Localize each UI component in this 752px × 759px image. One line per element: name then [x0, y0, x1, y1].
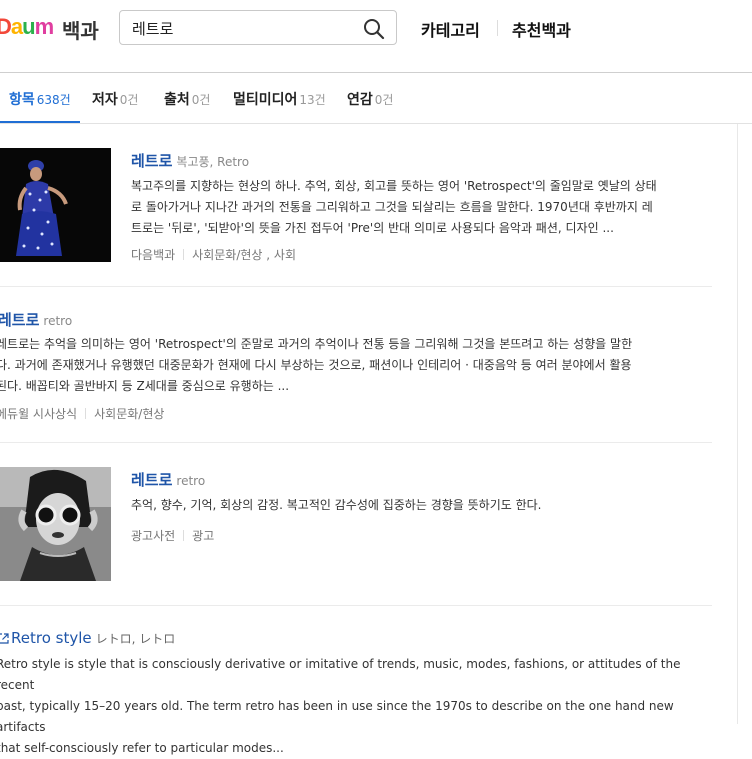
result-category[interactable]: 사회문화/현상 , 사회: [192, 248, 296, 262]
external-link-icon: [0, 629, 9, 648]
result-divider: [0, 605, 712, 606]
desc-line: 추억, 향수, 기억, 회상의 감정. 복고적인 감수성에 집중하는 경향을 뜻…: [131, 498, 542, 512]
result-title-line: 레트로 retro: [0, 309, 72, 330]
desc-line: 복고주의를 지향하는 현상의 하나. 추억, 회상, 회고를 뜻하는 영어 'R…: [131, 179, 657, 193]
result-subtitle: 복고풍, Retro: [176, 155, 250, 169]
result-description: 복고주의를 지향하는 현상의 하나. 추억, 회상, 회고를 뜻하는 영어 'R…: [131, 176, 721, 239]
daum-logo[interactable]: Daum: [0, 14, 54, 40]
service-name[interactable]: 백과: [62, 15, 99, 44]
active-tab-indicator: [0, 121, 80, 123]
tab-sources[interactable]: 출처 0건: [164, 89, 210, 109]
result-thumbnail[interactable]: [0, 148, 111, 262]
result-source[interactable]: 에듀윌 시사상식: [0, 407, 77, 421]
tab-count: 0건: [374, 93, 394, 107]
nav-recommended[interactable]: 추천백과: [512, 17, 571, 41]
tab-count: 13건: [299, 93, 326, 107]
result-title[interactable]: 레트로: [131, 471, 172, 489]
result-tabs: 항목 638건 저자 0건 출처 0건 멀티미디어 13건 연감 0건: [0, 73, 752, 124]
search-input[interactable]: [132, 17, 352, 39]
tab-count: 0건: [119, 93, 139, 107]
search-icon[interactable]: [362, 17, 386, 41]
tab-label: 항목: [9, 92, 35, 108]
meta-divider: [183, 249, 185, 260]
result-subtitle: レトロ, レトロ: [95, 632, 176, 646]
nav-category[interactable]: 카테고리: [421, 17, 480, 41]
meta-divider: [85, 408, 87, 419]
result-title[interactable]: 레트로: [131, 152, 172, 170]
nav-divider: [497, 20, 498, 36]
desc-line: 트로는 '뒤로', '되받아'의 뜻을 가진 접두어 'Pre'의 반대 의미로…: [131, 221, 614, 235]
result-description: 추억, 향수, 기억, 회상의 감정. 복고적인 감수성에 집중하는 경향을 뜻…: [131, 495, 721, 516]
tab-label: 출처: [164, 92, 190, 108]
desc-line: 레트로는 추억을 의미하는 영어 'Retrospect'의 준말로 과거의 추…: [0, 337, 633, 351]
tab-yearbook[interactable]: 연감 0건: [347, 89, 393, 109]
tab-label: 저자: [92, 92, 118, 108]
result-title-line: 레트로 retro: [131, 469, 205, 490]
result-source[interactable]: 광고사전: [131, 529, 175, 543]
result-title-line: Retro style レトロ, レトロ: [0, 628, 175, 648]
tab-label: 멀티미디어: [233, 92, 298, 108]
result-divider: [0, 442, 712, 443]
result-title-line: 레트로 복고풍, Retro: [131, 150, 249, 171]
result-description: Retro style is style that is consciously…: [0, 654, 712, 759]
meta-divider: [183, 530, 185, 541]
tab-count: 638건: [36, 93, 71, 107]
result-title[interactable]: Retro style: [11, 629, 92, 647]
result-subtitle: retro: [43, 314, 73, 328]
tab-items[interactable]: 항목 638건: [9, 89, 71, 109]
result-source[interactable]: 다음백과: [131, 248, 175, 262]
result-category[interactable]: 사회문화/현상: [94, 407, 164, 421]
result-description: 레트로는 추억을 의미하는 영어 'Retrospect'의 준말로 과거의 추…: [0, 334, 712, 397]
result-title[interactable]: 레트로: [0, 311, 39, 329]
result-divider: [0, 286, 712, 287]
desc-line: past, typically 15–20 years old. The ter…: [0, 699, 674, 734]
tab-label: 연감: [347, 92, 373, 108]
right-column-divider: [737, 124, 738, 724]
desc-line: 로 돌아가거나 지나간 과거의 전통을 그리워하고 그것을 되살리는 흐름을 말…: [131, 200, 653, 214]
header: Daum 백과 카테고리 추천백과: [0, 0, 752, 73]
result-meta: 다음백과 사회문화/현상 , 사회: [131, 246, 296, 263]
search-box: [119, 10, 397, 45]
desc-line: that self-consciously refer to particula…: [0, 741, 284, 755]
result-subtitle: retro: [176, 474, 206, 488]
desc-line: 된다. 배꼽티와 골반바지 등 Z세대를 중심으로 유행하는 ...: [0, 379, 290, 393]
tab-count: 0건: [191, 93, 211, 107]
tab-authors[interactable]: 저자 0건: [92, 89, 138, 109]
result-meta: 광고사전 광고: [131, 527, 214, 544]
result-meta: 에듀윌 시사상식 사회문화/현상: [0, 405, 164, 422]
tab-multimedia[interactable]: 멀티미디어 13건: [233, 89, 326, 109]
desc-line: Retro style is style that is consciously…: [0, 657, 681, 692]
result-category[interactable]: 광고: [192, 529, 214, 543]
result-thumbnail[interactable]: [0, 467, 111, 581]
desc-line: 다. 과거에 존재했거나 유행했던 대중문화가 현재에 다시 부상하는 것으로,…: [0, 358, 632, 372]
